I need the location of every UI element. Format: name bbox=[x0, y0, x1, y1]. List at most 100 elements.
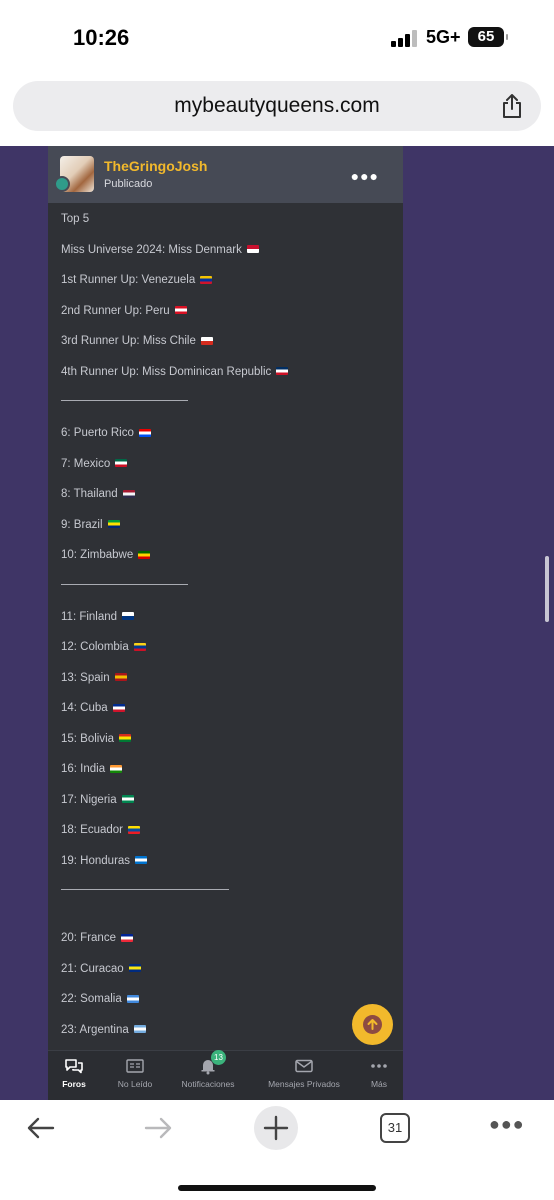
ranking-text: 15: Bolivia bbox=[61, 732, 115, 745]
page-content: TheGringoJosh Publicado ●●● Top 5 Miss Un… bbox=[0, 146, 554, 1100]
post-divider bbox=[61, 889, 229, 890]
ecuador-flag-icon bbox=[128, 825, 141, 834]
ranking-text: 9: Brazil bbox=[61, 518, 103, 531]
chile-flag-icon bbox=[200, 336, 213, 345]
forum-nav-label: Más bbox=[370, 1079, 388, 1089]
envelope-icon bbox=[295, 1059, 313, 1073]
post-options-icon[interactable]: ●●● bbox=[351, 168, 379, 184]
signal-icon bbox=[391, 29, 419, 47]
nigeria-flag-icon bbox=[121, 795, 134, 804]
ranking-line: 2nd Runner Up: Peru bbox=[61, 305, 187, 317]
ranking-text: 4th Runner Up: Miss Dominican Republic bbox=[61, 365, 272, 378]
post-divider bbox=[61, 583, 188, 585]
ranking-line: 21: Curacao bbox=[61, 963, 141, 975]
forward-arrow-icon[interactable] bbox=[144, 1116, 174, 1140]
ranking-line: 4th Runner Up: Miss Dominican Republic bbox=[61, 365, 289, 378]
ranking-line: 8: Thailand bbox=[61, 488, 135, 500]
ranking-line: 10: Zimbabwe bbox=[61, 549, 151, 561]
spain-flag-icon bbox=[114, 673, 127, 682]
chat-bubbles-icon bbox=[65, 1059, 83, 1074]
ranking-line: 17: Nigeria bbox=[61, 794, 134, 806]
ranking-text: 20: France bbox=[61, 932, 116, 944]
ranking-line: 13: Spain bbox=[61, 672, 127, 684]
share-icon[interactable] bbox=[501, 93, 523, 119]
cuba-flag-icon bbox=[112, 703, 125, 712]
ellipsis-icon bbox=[371, 1064, 387, 1068]
more-options-icon[interactable]: ●●● bbox=[489, 1114, 525, 1135]
ranking-text: 23: Argentina bbox=[61, 1023, 129, 1036]
ranking-text: 7: Mexico bbox=[61, 457, 111, 470]
ranking-text: 21: Curacao bbox=[61, 962, 124, 975]
ranking-line: 16: India bbox=[61, 763, 123, 775]
forum-nav-label: Notificaciones bbox=[181, 1079, 235, 1089]
ranking-text: 19: Honduras bbox=[61, 854, 131, 867]
ranking-line: 14: Cuba bbox=[61, 702, 125, 714]
ranking-text: 6: Puerto Rico bbox=[61, 427, 134, 439]
battery-icon: 65 bbox=[468, 27, 508, 47]
scrollbar[interactable] bbox=[545, 556, 549, 622]
denmark-flag-icon bbox=[246, 245, 259, 254]
ranking-text: 14: Cuba bbox=[61, 702, 108, 714]
ranking-line: 19: Honduras bbox=[61, 854, 148, 867]
dominican-republic-flag-icon bbox=[276, 367, 289, 376]
arrow-up-icon bbox=[363, 1015, 382, 1034]
screen: 10:26 5G+ 65 mybeautyqueens.com TheGring… bbox=[0, 0, 554, 1200]
browser-toolbar: 31 ●●● bbox=[0, 1100, 554, 1200]
forum-nav-bell[interactable]: 13 Notificaciones bbox=[163, 1050, 253, 1089]
back-arrow-icon[interactable] bbox=[25, 1116, 55, 1140]
puerto-rico-flag-icon bbox=[138, 428, 151, 437]
address-bar[interactable]: mybeautyqueens.com bbox=[13, 81, 541, 131]
network-type: 5G+ bbox=[426, 27, 461, 47]
ranking-text: 13: Spain bbox=[61, 671, 110, 684]
thailand-flag-icon bbox=[122, 489, 135, 498]
battery-level: 65 bbox=[477, 28, 495, 45]
ranking-line: 11: Finland bbox=[61, 610, 135, 623]
url-text[interactable]: mybeautyqueens.com bbox=[13, 94, 541, 118]
tabs-button[interactable]: 31 bbox=[380, 1113, 410, 1143]
ranking-text: 16: India bbox=[61, 763, 106, 775]
new-tab-button[interactable] bbox=[254, 1106, 298, 1150]
post-divider bbox=[61, 400, 188, 401]
bolivia-flag-icon bbox=[119, 734, 132, 743]
ranking-line: 18: Ecuador bbox=[61, 824, 141, 836]
post-header: TheGringoJosh Publicado ●●● bbox=[48, 146, 403, 203]
ranking-text: 11: Finland bbox=[61, 610, 118, 623]
somalia-flag-icon bbox=[126, 994, 139, 1003]
honduras-flag-icon bbox=[135, 856, 148, 865]
france-flag-icon bbox=[120, 933, 133, 942]
newspaper-icon bbox=[126, 1059, 144, 1073]
ranking-line: 9: Brazil bbox=[61, 519, 120, 531]
forum-nav: Foros No Leído 13 Notificaciones Mensajes Pr… bbox=[48, 1050, 403, 1100]
ranking-line: 20: France bbox=[61, 932, 133, 944]
forum-nav-ellipsis[interactable]: Más bbox=[334, 1057, 424, 1089]
ranking-text: Miss Universe 2024: Miss Denmark bbox=[61, 243, 242, 256]
post-author[interactable]: TheGringoJosh bbox=[104, 158, 207, 174]
ranking-text: Top 5 bbox=[61, 213, 90, 225]
venezuela-flag-icon bbox=[200, 275, 213, 284]
ranking-text: 8: Thailand bbox=[61, 488, 118, 500]
ranking-text: 17: Nigeria bbox=[61, 793, 117, 806]
india-flag-icon bbox=[110, 764, 123, 773]
home-indicator[interactable] bbox=[178, 1185, 376, 1191]
finland-flag-icon bbox=[122, 612, 135, 621]
ranking-line: Miss Universe 2024: Miss Denmark bbox=[61, 244, 259, 256]
curacao-flag-icon bbox=[128, 964, 141, 973]
ranking-line: 1st Runner Up: Venezuela bbox=[61, 274, 213, 286]
post-status: Publicado bbox=[104, 178, 153, 190]
ranking-text: 10: Zimbabwe bbox=[61, 549, 134, 561]
ranking-text: 12: Colombia bbox=[61, 641, 129, 653]
notification-count-badge: 13 bbox=[211, 1050, 226, 1065]
mexico-flag-icon bbox=[115, 459, 128, 468]
status-time: 10:26 bbox=[73, 25, 130, 50]
avatar-badge-icon bbox=[54, 176, 70, 192]
post-heading: Top 5 bbox=[61, 213, 89, 225]
ranking-line: 15: Bolivia bbox=[61, 732, 132, 745]
argentina-flag-icon bbox=[133, 1025, 146, 1034]
plus-icon bbox=[263, 1115, 289, 1141]
scroll-to-top-button[interactable] bbox=[352, 1004, 393, 1045]
ranking-text: 18: Ecuador bbox=[61, 824, 124, 836]
ranking-line: 22: Somalia bbox=[61, 993, 139, 1005]
ranking-line: 3rd Runner Up: Miss Chile bbox=[61, 335, 213, 347]
ranking-line: 23: Argentina bbox=[61, 1024, 146, 1036]
colombia-flag-icon bbox=[133, 642, 146, 651]
